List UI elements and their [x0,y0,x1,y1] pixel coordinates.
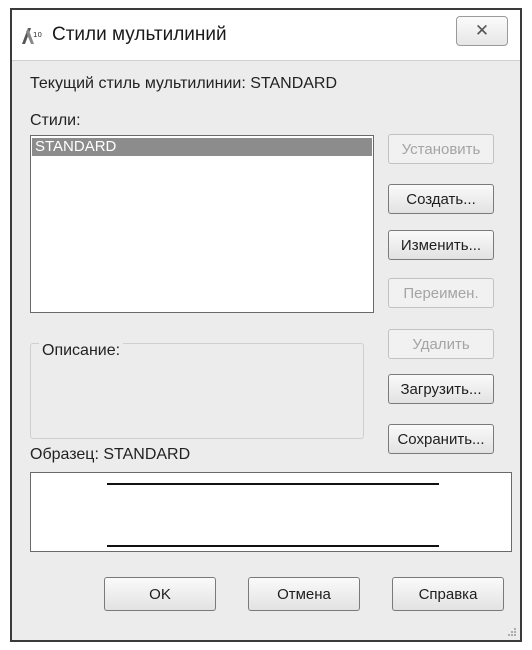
ok-button[interactable]: OK [104,577,216,611]
load-style-button[interactable]: Загрузить... [388,374,494,404]
modify-style-button[interactable]: Изменить... [388,230,494,260]
preview-label: Образец: STANDARD [30,446,191,463]
window-title: Стили мультилиний [52,24,227,45]
mlstyle-dialog: 10 Стили мультилиний ✕ Текущий стиль мул… [10,8,522,642]
set-current-button[interactable]: Установить [388,134,494,164]
delete-style-button[interactable]: Удалить [388,329,494,359]
description-label: Описание: [39,342,124,360]
cancel-button[interactable]: Отмена [248,577,360,611]
svg-text:10: 10 [33,31,42,39]
preview-line-bottom [107,545,439,547]
current-style-label: Текущий стиль мультилинии: STANDARD [30,75,338,92]
autocad-app-icon: 10 [22,28,42,44]
save-style-button[interactable]: Сохранить... [388,424,494,454]
title-bar: 10 Стили мультилиний ✕ [12,10,520,61]
new-style-button[interactable]: Создать... [388,184,494,214]
multiline-preview [30,472,512,552]
preview-line-top [107,483,439,485]
styles-label: Стили: [30,112,81,129]
close-icon: ✕ [474,21,490,40]
style-list-item-selected[interactable]: STANDARD [32,138,372,156]
description-group: Описание: [30,342,364,439]
close-button[interactable]: ✕ [456,16,508,46]
resize-grip-icon[interactable] [505,625,517,637]
help-button[interactable]: Справка [392,577,504,611]
styles-listbox[interactable]: STANDARD [30,135,374,313]
rename-style-button[interactable]: Переимен. [388,278,494,308]
